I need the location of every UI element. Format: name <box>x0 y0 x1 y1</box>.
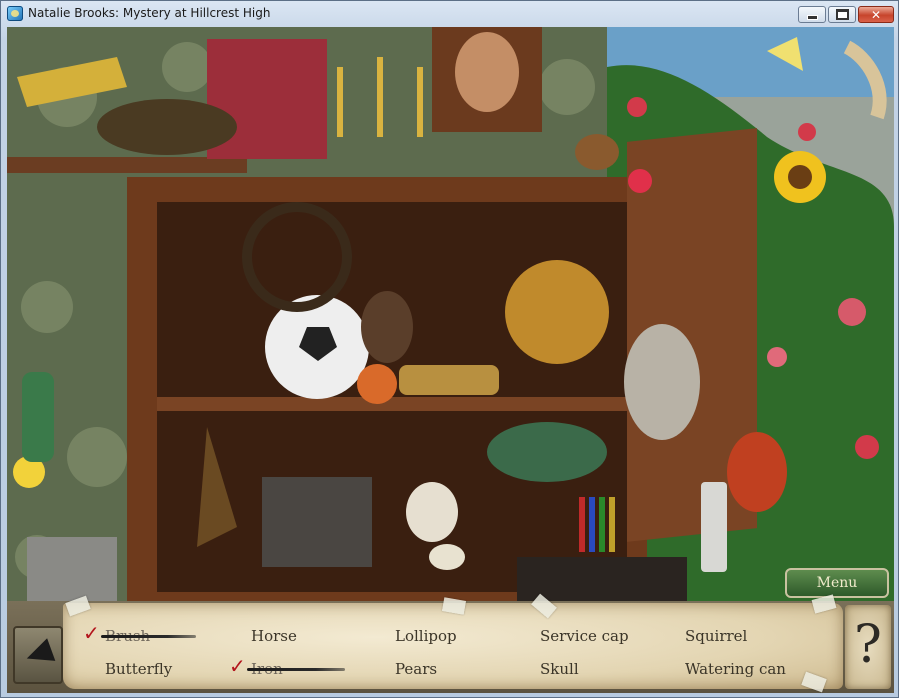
list-item[interactable]: Lollipop <box>395 627 457 645</box>
list-item[interactable]: ✓ Brush <box>83 621 197 645</box>
sunflower <box>774 151 826 203</box>
app-icon[interactable] <box>7 6 23 21</box>
list-item[interactable]: Watering can <box>685 660 786 678</box>
list-item[interactable]: Horse <box>251 627 297 645</box>
globe[interactable] <box>505 260 609 364</box>
title-bar[interactable]: Natalie Brooks: Mystery at Hillcrest Hig… <box>1 1 898 26</box>
item-label: Horse <box>251 627 297 645</box>
back-arrow-icon <box>22 638 56 670</box>
check-icon: ✓ <box>83 621 100 645</box>
lollipop-object[interactable] <box>628 169 652 193</box>
service-cap-object[interactable] <box>97 99 237 155</box>
life-ring[interactable] <box>727 432 787 512</box>
cabinet-shelf <box>157 397 627 411</box>
tape-decoration <box>441 597 467 615</box>
telescope[interactable] <box>399 365 499 395</box>
hint-button[interactable]: ? <box>845 605 891 689</box>
item-label: Watering can <box>685 660 786 678</box>
list-item[interactable]: Skull <box>540 660 579 678</box>
item-label: Service cap <box>540 627 629 645</box>
back-button[interactable] <box>13 626 63 684</box>
item-label: Squirrel <box>685 627 748 645</box>
game-window: Natalie Brooks: Mystery at Hillcrest Hig… <box>0 0 899 698</box>
accordion[interactable] <box>517 557 687 601</box>
item-list: ✓ Brush Butterfly Horse ✓ Iron Lollipop <box>63 593 843 693</box>
close-icon: ✕ <box>870 7 882 22</box>
item-label: Butterfly <box>105 660 173 678</box>
strikethrough-line <box>101 635 197 638</box>
list-item[interactable]: Pears <box>395 660 437 678</box>
power-strip[interactable] <box>701 482 727 572</box>
tiffany-lamp[interactable] <box>487 422 607 482</box>
question-mark-icon: ? <box>854 615 882 675</box>
minimize-button[interactable] <box>798 6 826 23</box>
maximize-button[interactable] <box>828 6 856 23</box>
list-item[interactable]: ✓ Iron <box>229 654 345 678</box>
hidden-object-scene[interactable] <box>7 27 894 601</box>
check-icon: ✓ <box>229 654 246 678</box>
close-button[interactable]: ✕ <box>858 6 894 23</box>
portrait <box>455 32 519 112</box>
mask[interactable] <box>361 291 413 363</box>
item-label: Pears <box>395 660 438 678</box>
old-tv[interactable] <box>262 477 372 567</box>
minimize-icon <box>806 14 818 20</box>
skull-object[interactable] <box>406 482 458 542</box>
pool-ball[interactable] <box>357 364 397 404</box>
squirrel-object[interactable] <box>575 134 619 170</box>
watering-can-object[interactable] <box>27 537 117 601</box>
item-list-panel: Menu ✓ Brush Butterfly Horse ✓ Iron Loll… <box>7 568 894 693</box>
item-label: Skull <box>540 660 579 678</box>
item-label: Lollipop <box>395 627 457 645</box>
list-item[interactable]: Service cap <box>540 627 629 645</box>
frying-pan[interactable] <box>624 324 700 440</box>
list-item[interactable]: Squirrel <box>685 627 747 645</box>
menu-button[interactable]: Menu <box>785 568 889 598</box>
list-item[interactable]: Butterfly <box>105 660 172 678</box>
window-title: Natalie Brooks: Mystery at Hillcrest Hig… <box>28 6 271 20</box>
pears-object[interactable] <box>429 544 465 570</box>
tape-decoration <box>801 671 827 693</box>
upper-shelf <box>7 157 247 173</box>
maximize-icon <box>835 9 849 20</box>
green-bottle[interactable] <box>22 372 54 462</box>
strikethrough-line <box>247 668 345 671</box>
